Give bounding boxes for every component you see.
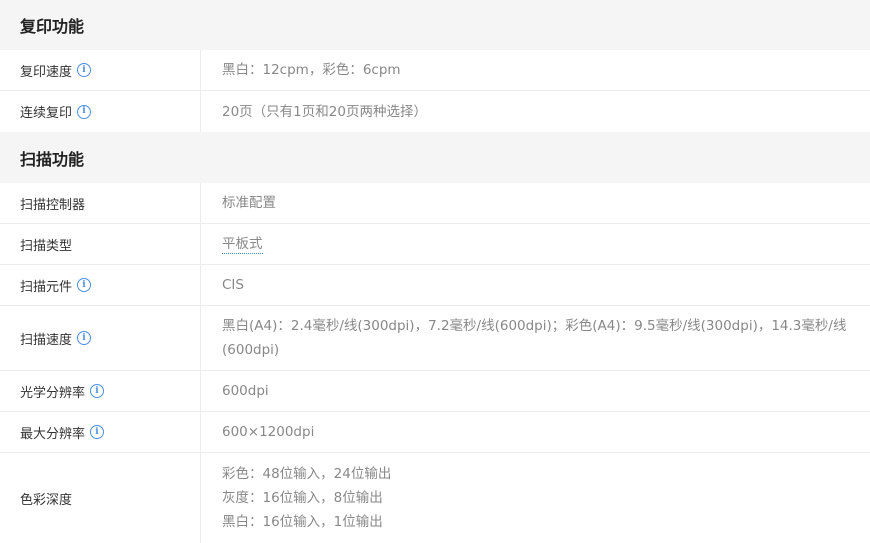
scan-type-link[interactable]: 平板式 [222, 235, 263, 254]
info-icon[interactable]: i [77, 63, 92, 77]
spec-value: 黑白：12cpm，彩色：6cpm [222, 62, 401, 78]
spec-label: 最大分辨率 [20, 426, 86, 442]
spec-label-cell: 复印速度 i [0, 50, 201, 90]
spec-value-line: 灰度：16位输入，8位输出 [222, 490, 383, 506]
info-icon[interactable]: i [90, 425, 105, 439]
spec-value-line: 彩色：48位输入，24位输出 [222, 466, 392, 482]
spec-row-scan-speed: 扫描速度 i 黑白(A4)：2.4毫秒/线(300dpi)，7.2毫秒/线(60… [0, 306, 870, 371]
spec-label-cell: 色彩深度 [0, 453, 201, 543]
spec-value: 标准配置 [222, 195, 276, 211]
spec-value: 600dpi [222, 383, 269, 399]
section-title: 扫描功能 [20, 149, 85, 169]
spec-row-scan-controller: 扫描控制器 标准配置 [0, 183, 870, 224]
spec-row-continuous-copy: 连续复印 i 20页（只有1页和20页两种选择） [0, 91, 870, 132]
spec-label-cell: 扫描元件 i [0, 265, 201, 305]
spec-value-cell: CIS [201, 265, 870, 305]
spec-label-cell: 光学分辨率 i [0, 371, 201, 411]
spec-value-cell: 彩色：48位输入，24位输出 灰度：16位输入，8位输出 黑白：16位输入，1位… [201, 453, 870, 543]
spec-value-cell: 20页（只有1页和20页两种选择） [201, 91, 870, 132]
spec-label: 色彩深度 [20, 492, 73, 508]
spec-label: 扫描速度 [20, 332, 73, 348]
section-title: 复印功能 [20, 17, 85, 36]
spec-value: CIS [222, 277, 244, 293]
spec-value: 600×1200dpi [222, 424, 315, 440]
spec-value-cell: 黑白(A4)：2.4毫秒/线(300dpi)，7.2毫秒/线(600dpi)；彩… [201, 306, 870, 370]
spec-value: 20页（只有1页和20页两种选择） [222, 103, 427, 120]
spec-value-cell: 平板式 [201, 224, 870, 264]
spec-label: 扫描元件 [20, 279, 73, 295]
spec-label: 复印速度 [20, 64, 73, 80]
info-icon[interactable]: i [77, 278, 92, 292]
info-icon[interactable]: i [77, 104, 92, 119]
spec-row-copy-speed: 复印速度 i 黑白：12cpm，彩色：6cpm [0, 50, 870, 91]
spec-row-optical-resolution: 光学分辨率 i 600dpi [0, 371, 870, 412]
info-icon[interactable]: i [77, 331, 92, 345]
spec-label: 扫描控制器 [20, 197, 86, 213]
section-header-scan: 扫描功能 [0, 132, 870, 183]
spec-label: 光学分辨率 [20, 385, 86, 401]
spec-value-cell: 标准配置 [201, 183, 870, 223]
spec-label-cell: 扫描速度 i [0, 306, 201, 370]
spec-value-cell: 600×1200dpi [201, 412, 870, 452]
spec-label-cell: 扫描控制器 [0, 183, 201, 223]
spec-label-cell: 最大分辨率 i [0, 412, 201, 452]
spec-row-scan-type: 扫描类型 平板式 [0, 224, 870, 265]
spec-value-cell: 黑白：12cpm，彩色：6cpm [201, 50, 870, 90]
spec-table: 复印功能 复印速度 i 黑白：12cpm，彩色：6cpm 连续复印 i 20页（… [0, 0, 870, 543]
spec-label-cell: 扫描类型 [0, 224, 201, 264]
spec-label: 连续复印 [20, 106, 73, 121]
info-icon[interactable]: i [90, 384, 105, 398]
spec-row-max-resolution: 最大分辨率 i 600×1200dpi [0, 412, 870, 453]
spec-row-color-depth: 色彩深度 彩色：48位输入，24位输出 灰度：16位输入，8位输出 黑白：16位… [0, 453, 870, 543]
spec-value-line: (600dpi) [222, 342, 280, 358]
spec-value-line: 黑白：16位输入，1位输出 [222, 514, 383, 530]
spec-value-line: 黑白(A4)：2.4毫秒/线(300dpi)，7.2毫秒/线(600dpi)；彩… [222, 318, 847, 334]
section-header-copy: 复印功能 [0, 0, 870, 50]
spec-label-cell: 连续复印 i [0, 91, 201, 132]
spec-value-cell: 600dpi [201, 371, 870, 411]
spec-row-scan-element: 扫描元件 i CIS [0, 265, 870, 306]
spec-label: 扫描类型 [20, 238, 73, 254]
